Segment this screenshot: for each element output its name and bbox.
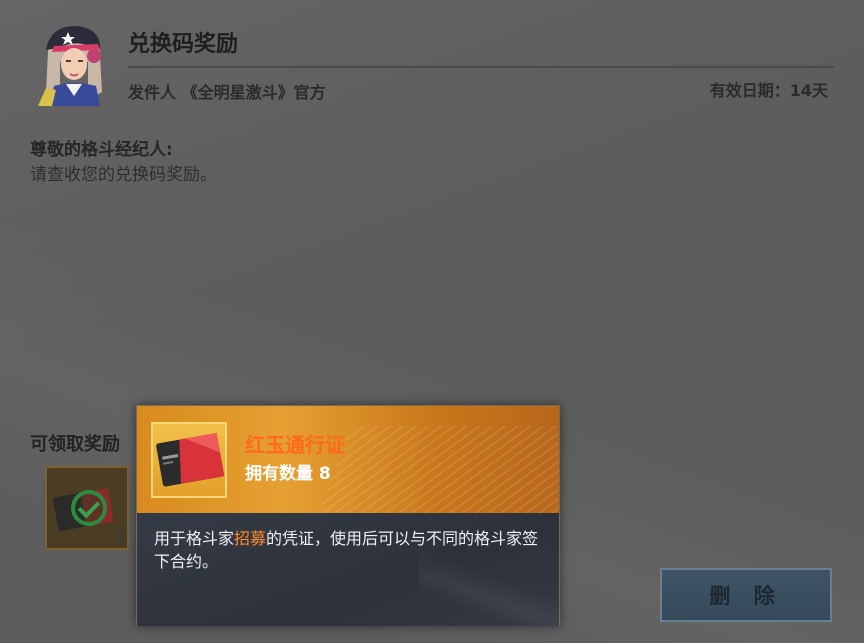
mail-validity: 有效日期：14天 (709, 81, 828, 100)
mail-title: 兑换码奖励 (128, 32, 239, 57)
check-circle-icon (71, 490, 107, 526)
reward-count: 1 (114, 528, 125, 546)
sender-avatar (28, 22, 120, 106)
item-quantity: 拥有数量 8 (245, 464, 331, 484)
item-name: 红玉通行证 (245, 433, 345, 457)
tooltip-header: 红玉通行证 拥有数量 8 (137, 406, 559, 513)
pass-card-icon (156, 432, 225, 487)
desc-text-1: 用于格斗家 (154, 529, 235, 548)
mail-greeting: 尊敬的格斗经纪人: (30, 140, 173, 160)
reward-item-slot[interactable]: 1 (45, 466, 129, 550)
item-tooltip: 红玉通行证 拥有数量 8 用于格斗家招募的凭证，使用后可以与不同的格斗家签下合约… (136, 405, 560, 626)
mail-message: 请查收您的兑换码奖励。 (30, 165, 217, 185)
mail-sender: 发件人 《全明星激斗》官方 (128, 83, 326, 102)
title-divider (128, 66, 834, 68)
item-icon-frame (151, 422, 227, 498)
delete-button[interactable]: 删 除 (660, 568, 832, 622)
desc-highlight: 招募 (234, 529, 267, 548)
item-description: 用于格斗家招募的凭证，使用后可以与不同的格斗家签下合约。 (154, 527, 544, 573)
tooltip-body: 用于格斗家招募的凭证，使用后可以与不同的格斗家签下合约。 (137, 513, 559, 626)
rewards-label: 可领取奖励 (30, 434, 120, 455)
